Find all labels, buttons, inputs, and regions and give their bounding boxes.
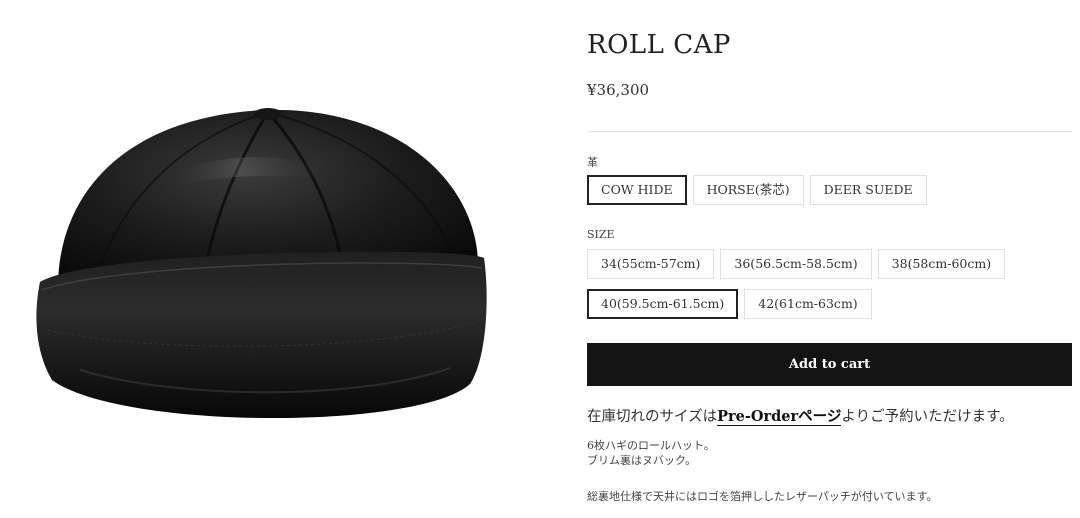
add-to-cart-button[interactable]: Add to cart: [587, 343, 1072, 386]
product-title: ROLL CAP: [587, 30, 731, 60]
material-option-horse[interactable]: HORSE(茶芯): [692, 175, 804, 205]
description-line-2: ブリム裏はヌバック。: [587, 454, 697, 467]
preorder-notice-before: 在庫切れのサイズは: [587, 409, 718, 425]
product-image[interactable]: [0, 0, 560, 518]
size-options-row-1: 34(55cm-57cm) 36(56.5cm-58.5cm) 38(58cm-…: [587, 249, 1011, 279]
size-options-row-2: 40(59.5cm-61.5cm) 42(61cm-63cm): [587, 289, 878, 319]
material-option-cow-hide[interactable]: COW HIDE: [587, 175, 687, 205]
size-option-38[interactable]: 38(58cm-60cm): [877, 249, 1006, 279]
preorder-page-link[interactable]: Pre-Orderページ: [717, 408, 842, 426]
material-option-deer-suede[interactable]: DEER SUEDE: [809, 175, 927, 205]
product-price: ¥36,300: [587, 81, 650, 99]
size-option-34[interactable]: 34(55cm-57cm): [587, 249, 715, 279]
material-label: 革: [587, 156, 598, 169]
divider: [587, 131, 1072, 132]
material-options: COW HIDE HORSE(茶芯) DEER SUEDE: [587, 175, 933, 205]
description-line-1: 6枚ハギのロールハット。: [587, 439, 715, 452]
leather-roll-cap-image: [36, 108, 487, 419]
size-option-36[interactable]: 36(56.5cm-58.5cm): [720, 249, 872, 279]
size-option-40[interactable]: 40(59.5cm-61.5cm): [587, 289, 739, 319]
size-option-42[interactable]: 42(61cm-63cm): [744, 289, 872, 319]
description-line-3: 総裏地仕様で天井にはロゴを箔押ししたレザーパッチが付いています。: [587, 490, 938, 503]
preorder-notice: 在庫切れのサイズはPre-Orderページよりご予約いただけます。: [587, 405, 1014, 426]
preorder-notice-after: よりご予約いただけます。: [841, 409, 1014, 425]
size-label: SIZE: [587, 228, 615, 241]
